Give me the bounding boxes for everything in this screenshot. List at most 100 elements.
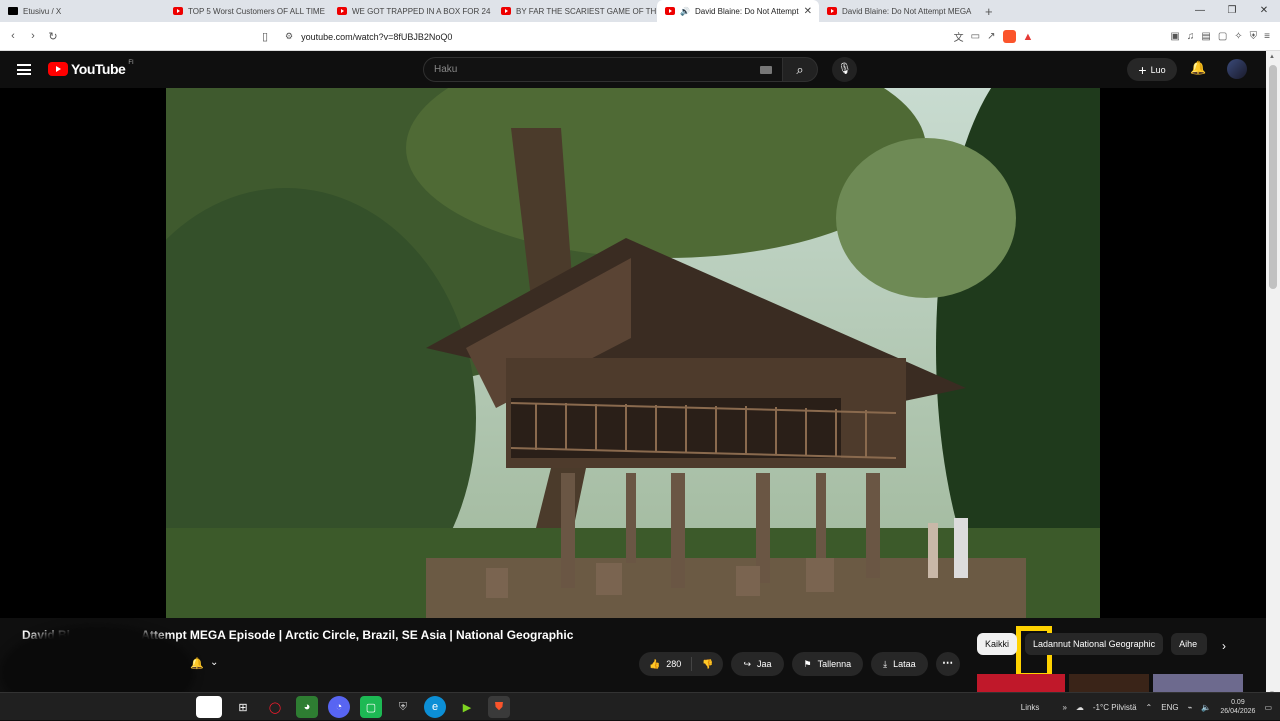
youtube-icon: [827, 7, 837, 15]
recommendation-chips: Kaikki Ladannut National Geographic Aihe: [977, 633, 1208, 655]
like-dislike-group: 👍 280 👎: [639, 652, 724, 676]
thumbs-down-icon: 👎: [702, 658, 714, 669]
youtube-logo[interactable]: YouTube FI: [48, 60, 134, 77]
menu-icon[interactable]: ≡: [1264, 31, 1270, 42]
more-actions-button[interactable]: ⋯: [935, 652, 960, 676]
task-view-icon[interactable]: ⊞: [232, 696, 254, 718]
links-toolbar[interactable]: Links: [1021, 703, 1040, 712]
tab-label: Etusivu / X: [23, 6, 62, 16]
region-code: FI: [128, 60, 134, 66]
window-controls: — ❐ ✕: [1184, 0, 1280, 22]
tab-label: David Blaine: Do Not Attempt: [694, 6, 799, 16]
share-button[interactable]: ↪ Jaa: [731, 652, 784, 676]
save-label: Tallenna: [817, 659, 852, 669]
volume-icon[interactable]: 🔈: [1201, 703, 1211, 712]
reader-icon[interactable]: ▤: [1201, 31, 1210, 42]
forward-icon[interactable]: ›: [23, 30, 43, 42]
download-button[interactable]: ⤓ Lataa: [871, 652, 928, 676]
weather-text[interactable]: -1°C Pilvistä: [1093, 703, 1137, 712]
chip-all[interactable]: Kaikki: [977, 633, 1018, 655]
vpn-icon[interactable]: ⛨: [1250, 31, 1258, 42]
avatar[interactable]: [1227, 59, 1247, 79]
maximize-icon[interactable]: ❐: [1216, 0, 1248, 22]
app-icon[interactable]: ▢: [360, 696, 382, 718]
opera-icon[interactable]: ◯: [264, 696, 286, 718]
video-title-rest: Attempt MEGA Episode | Arctic Circle, Br…: [141, 628, 574, 642]
expand-icon[interactable]: »: [1062, 703, 1066, 712]
wallet-icon[interactable]: ▢: [1218, 31, 1227, 42]
scroll-up-icon[interactable]: ▲: [1269, 54, 1275, 60]
language-indicator[interactable]: ENG: [1161, 703, 1178, 712]
browser-tab[interactable]: TOP 5 Worst Customers OF ALL TIME: [165, 0, 329, 22]
youtube-icon: [173, 7, 183, 15]
brave-shield-icon[interactable]: [1002, 30, 1016, 43]
url-field[interactable]: ⚙ youtube.com/watch?v=8fUBJB2NoQ0: [285, 26, 1005, 47]
reload-icon[interactable]: ↻: [43, 30, 63, 43]
tab-label: David Blaine: Do Not Attempt MEGA: [842, 6, 972, 16]
like-button[interactable]: 👍 280: [639, 657, 693, 671]
address-bar: ‹ › ↻ ▯ ⚙ youtube.com/watch?v=8fUBJB2NoQ…: [0, 22, 1280, 51]
minimize-icon[interactable]: —: [1184, 0, 1216, 22]
discord-icon[interactable]: ◔: [328, 696, 350, 718]
voice-search-button[interactable]: 🎙: [832, 57, 857, 82]
shield-icon[interactable]: ⛨: [392, 696, 414, 718]
speaker-icon[interactable]: 🔊: [680, 7, 690, 16]
plus-icon: +: [1138, 61, 1147, 78]
search-icon: ⌕: [796, 62, 804, 77]
cast-icon[interactable]: ▭: [971, 31, 980, 42]
browser-tab[interactable]: David Blaine: Do Not Attempt MEGA: [819, 0, 979, 22]
close-tab-icon[interactable]: ✕: [804, 6, 812, 17]
chevron-right-icon[interactable]: ›: [1222, 639, 1226, 653]
video-actions: 👍 280 👎 ↪ Jaa ⚑ Tallenna ⤓ Lataa ⋯: [639, 652, 960, 676]
media-player-icon[interactable]: ▶: [456, 696, 478, 718]
browser-tab-active[interactable]: 🔊 David Blaine: Do Not Attempt ✕: [657, 0, 819, 22]
youtube-play-icon: [48, 62, 68, 76]
save-button[interactable]: ⚑ Tallenna: [791, 652, 864, 676]
share-icon[interactable]: ↗: [987, 31, 995, 42]
edge-icon[interactable]: e: [424, 696, 446, 718]
extensions-icon[interactable]: ✧: [1234, 31, 1242, 42]
search-input[interactable]: Haku: [423, 57, 783, 82]
page-scrollbar[interactable]: ▲ ▼: [1266, 51, 1280, 700]
youtube-icon: [337, 7, 347, 15]
translate-icon[interactable]: 文: [954, 29, 964, 44]
scrollbar-thumb[interactable]: [1269, 65, 1277, 289]
url-text: youtube.com/watch?v=8fUBJB2NoQ0: [301, 31, 453, 42]
chrome-icon[interactable]: ◕: [296, 696, 318, 718]
dislike-button[interactable]: 👎: [692, 659, 723, 670]
new-tab-icon[interactable]: +: [985, 4, 993, 19]
tray-chevron-up-icon[interactable]: ⌃: [1146, 703, 1153, 712]
browser-tab[interactable]: WE GOT TRAPPED IN A BOX FOR 24: [329, 0, 493, 22]
window-icon[interactable]: [196, 696, 222, 718]
chip-channel[interactable]: Ladannut National Geographic: [1025, 633, 1164, 655]
clock[interactable]: 0.09 26/04/2026: [1220, 698, 1255, 716]
bookmark-icon[interactable]: ▯: [255, 30, 275, 43]
notification-center-icon[interactable]: ▭: [1264, 703, 1272, 712]
logo-text: YouTube: [71, 61, 126, 77]
like-count: 280: [666, 659, 682, 669]
video-frame[interactable]: [166, 88, 1100, 618]
close-window-icon[interactable]: ✕: [1248, 0, 1280, 22]
system-tray: Links » ☁ -1°C Pilvistä ⌃ ENG ⌁ 🔈 0.09 2…: [1021, 693, 1272, 721]
search-button[interactable]: ⌕: [782, 57, 818, 82]
video-player[interactable]: [0, 88, 1266, 678]
create-button[interactable]: + Luo: [1127, 58, 1177, 81]
sidebar-icon[interactable]: ▣: [1170, 31, 1179, 42]
create-label: Luo: [1150, 64, 1166, 75]
warning-icon[interactable]: ▲: [1023, 31, 1034, 43]
site-info-icon[interactable]: ⚙: [285, 31, 293, 42]
browser-tab[interactable]: Etusivu / X: [0, 0, 165, 22]
browser-tab[interactable]: BY FAR THE SCARIEST GAME OF THE: [493, 0, 657, 22]
notifications-bell-icon[interactable]: 🔔: [1190, 60, 1206, 76]
music-icon[interactable]: ♫: [1187, 31, 1195, 42]
menu-icon[interactable]: [17, 64, 31, 75]
subscription-bell-icon[interactable]: 🔔: [190, 657, 204, 670]
keyboard-icon[interactable]: [760, 66, 772, 74]
back-icon[interactable]: ‹: [3, 30, 23, 42]
network-icon[interactable]: ⌁: [1188, 703, 1193, 712]
chip-topic[interactable]: Aihe: [1171, 633, 1208, 655]
chevron-down-icon[interactable]: ⌄: [210, 657, 218, 668]
weather-icon[interactable]: ☁: [1076, 703, 1084, 712]
tab-label: BY FAR THE SCARIEST GAME OF THE: [516, 6, 657, 16]
brave-icon[interactable]: ⛊: [488, 696, 510, 718]
